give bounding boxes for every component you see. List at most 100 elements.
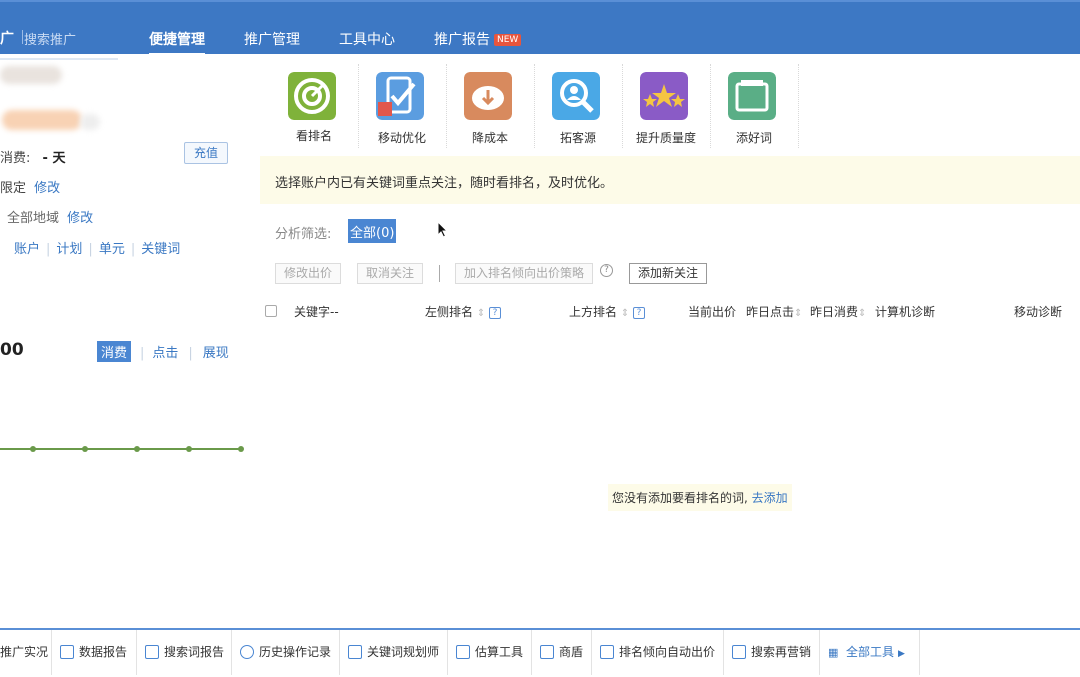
person-icon [732, 645, 746, 659]
panel-top-line [0, 58, 118, 60]
new-badge: NEW [494, 34, 522, 46]
search-report-icon [145, 645, 159, 659]
calculator-icon [456, 645, 470, 659]
unfollow-button[interactable]: 取消关注 [357, 263, 424, 284]
nav-quick-manage[interactable]: 便捷管理 [149, 29, 205, 55]
edit-icon [600, 645, 614, 659]
caret-right-icon: ▶ [898, 649, 905, 659]
empty-state-message: 您没有添加要看排名的词, 去添加 [608, 484, 792, 511]
edit-bid-button[interactable]: 修改出价 [275, 263, 342, 284]
piggy-bank-icon [464, 72, 512, 120]
budget-edit-link[interactable]: 修改 [34, 181, 60, 196]
bottom-auto-bid-label: 排名倾向自动出价 [619, 645, 716, 659]
brand-divider [22, 30, 23, 44]
action-divider [439, 265, 440, 282]
region-edit-link[interactable]: 修改 [67, 211, 93, 226]
select-all-checkbox[interactable] [265, 305, 277, 317]
level-tab-unit[interactable]: 单元 [99, 242, 125, 257]
col-pc-diagnosis: 计算机诊断 [875, 305, 936, 319]
help-icon[interactable]: ? [489, 307, 502, 319]
budget-label: 限定 [0, 181, 27, 196]
help-icon[interactable]: ? [600, 264, 613, 277]
tool-add-good-words[interactable]: 添好词 [710, 62, 798, 152]
filter-all-option[interactable]: 全部(0) [348, 219, 397, 243]
col-yesterday-clicks[interactable]: 昨日点击⇕ [746, 303, 802, 320]
bottom-estimate-tool-label: 估算工具 [475, 645, 524, 659]
account-summary-panel: 消费: - 天 充值 限定 修改 全部地域 修改 账户 | 计划 | 单元 | 关键词 00… [0, 54, 260, 628]
trend-chart [0, 446, 244, 452]
nav-promotion-manage[interactable]: 推广管理 [244, 29, 300, 49]
shield-icon [540, 645, 554, 659]
consume-days-label: 消费: [0, 151, 31, 166]
bottom-estimate-tool[interactable]: 估算工具 [448, 630, 532, 675]
blurred-account-name [0, 66, 62, 84]
metric-tab-clicks[interactable]: 点击 [152, 346, 178, 361]
sort-icon: ⇕ [476, 308, 486, 319]
bottom-history-log[interactable]: 历史操作记录 [232, 630, 340, 675]
nav-promotion-report[interactable]: 推广报告 NEW [434, 29, 522, 49]
col-keyword[interactable]: 关键字-- [294, 303, 339, 320]
level-tab-account[interactable]: 账户 [14, 242, 40, 257]
mobile-check-icon [376, 72, 424, 120]
col-current-bid[interactable]: 当前出价 [688, 303, 736, 320]
col-top-rank-label: 上方排名 [569, 305, 618, 319]
col-top-rank[interactable]: 上方排名 ⇕ ? [569, 303, 646, 320]
bottom-all-tools-label: 全部工具 [846, 645, 895, 659]
magnify-person-icon [552, 72, 600, 120]
level-tabs: 账户 | 计划 | 单元 | 关键词 [14, 242, 181, 257]
tool-mobile-optimize[interactable]: 移动优化 [358, 62, 446, 152]
bottom-search-remarketing[interactable]: 搜索再营销 [724, 630, 820, 675]
recharge-button[interactable]: 充值 [184, 142, 228, 164]
level-tab-keyword[interactable]: 关键词 [141, 242, 180, 257]
consume-days-value: - 天 [42, 151, 66, 166]
col-left-rank[interactable]: 左侧排名 ⇕ ? [425, 303, 502, 320]
tool-expand-customers[interactable]: 拓客源 [534, 62, 622, 152]
bottom-search-remarketing-label: 搜索再营销 [751, 645, 812, 659]
tool-label: 降成本 [471, 131, 508, 145]
col-yesterday-cost[interactable]: 昨日消费⇕ [810, 303, 866, 320]
nav-tool-center[interactable]: 工具中心 [339, 29, 395, 49]
bottom-live-promotion[interactable]: 推广实况 [0, 630, 52, 675]
add-bid-strategy-button[interactable]: 加入排名倾向出价策略 [455, 263, 594, 284]
clock-icon [240, 645, 254, 659]
trend-point [30, 446, 36, 452]
bottom-search-term-report[interactable]: 搜索词报告 [137, 630, 232, 675]
word-card-icon [728, 72, 776, 120]
trend-point [134, 446, 140, 452]
bottom-data-report-label: 数据报告 [79, 645, 128, 659]
brand-subtitle: 搜索推广 [24, 33, 77, 48]
col-yesterday-clicks-label: 昨日点击 [746, 305, 795, 319]
sort-icon: ⇕ [858, 308, 867, 319]
bottom-shangdun-label: 商盾 [559, 645, 584, 659]
bottom-data-report[interactable]: 数据报告 [52, 630, 137, 675]
tool-improve-quality[interactable]: 提升质量度 [622, 62, 710, 152]
blurred-balance-tail [80, 114, 100, 130]
sort-icon: ⇕ [620, 308, 630, 319]
nav-promotion-report-label: 推广报告 [434, 32, 490, 48]
bar-chart-icon [60, 645, 74, 659]
col-left-rank-label: 左侧排名 [425, 305, 474, 319]
go-add-link[interactable]: 去添加 [752, 491, 788, 505]
bottom-toolbar: 推广实况 数据报告 搜索词报告 历史操作记录 关键词规划师 估算工具 商盾 排名… [0, 628, 1080, 675]
metric-tab-impressions[interactable]: 展现 [203, 346, 229, 361]
level-tab-plan[interactable]: 计划 [56, 242, 82, 257]
tool-view-ranking[interactable]: 看排名 [270, 62, 358, 152]
bottom-all-tools[interactable]: ▦ 全部工具 ▶ [820, 630, 920, 675]
bottom-history-log-label: 历史操作记录 [259, 645, 332, 659]
bottom-shangdun[interactable]: 商盾 [532, 630, 592, 675]
region-label: 全部地域 [7, 211, 60, 226]
col-mobile-diagnosis: 移动诊断 [1014, 305, 1063, 319]
tool-reduce-cost[interactable]: 降成本 [446, 62, 534, 152]
stat-value: 00 [0, 340, 24, 360]
bottom-auto-bid[interactable]: 排名倾向自动出价 [592, 630, 724, 675]
filter-label: 分析筛选: [275, 227, 332, 242]
metric-tab-consume[interactable]: 消费 [97, 341, 132, 362]
trend-point [186, 446, 192, 452]
help-icon[interactable]: ? [633, 307, 646, 319]
empty-state-text: 您没有添加要看排名的词, [612, 491, 748, 505]
add-new-follow-button[interactable]: 添加新关注 [629, 263, 708, 284]
bottom-keyword-planner[interactable]: 关键词规划师 [340, 630, 448, 675]
top-navigation-bar: 广 搜索推广 便捷管理 推广管理 工具中心 推广报告 NEW [0, 0, 1080, 55]
tool-label: 拓客源 [559, 131, 596, 145]
mouse-cursor-icon [437, 221, 449, 238]
